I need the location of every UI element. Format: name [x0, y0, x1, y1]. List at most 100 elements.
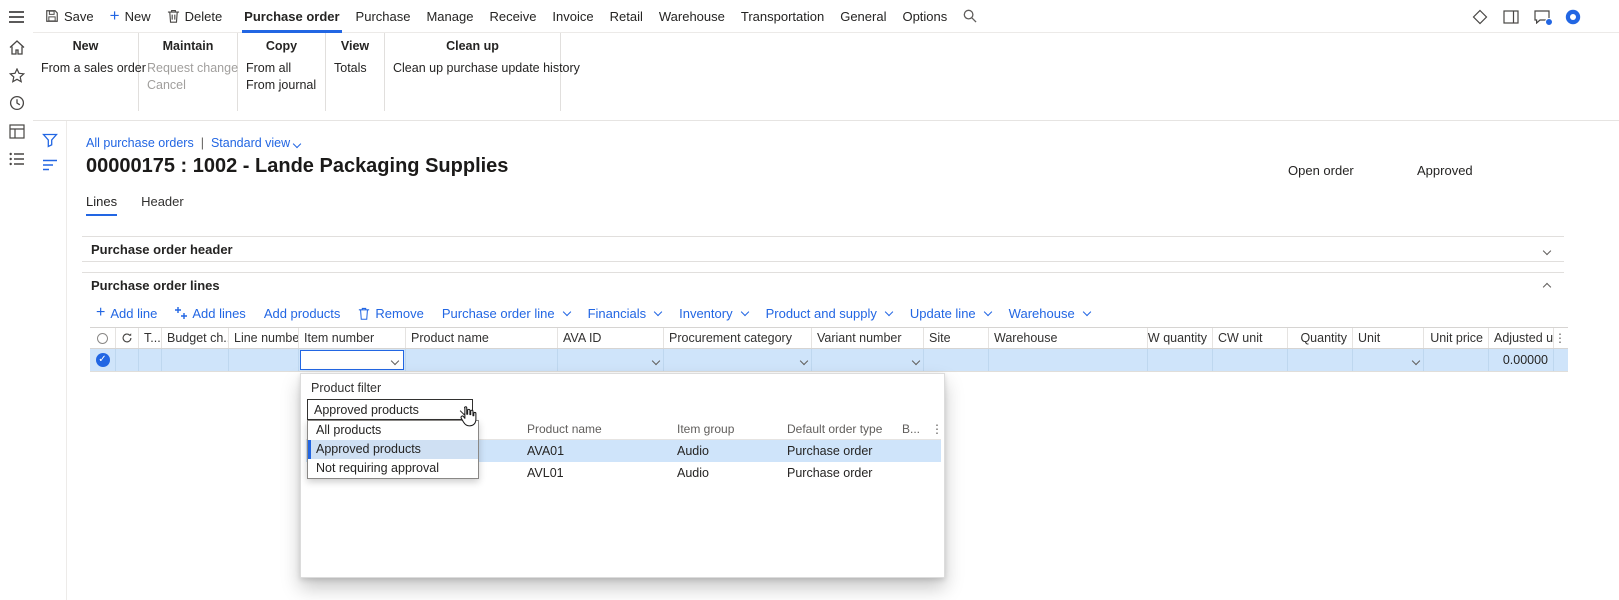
select-all-column-header[interactable] [90, 328, 116, 348]
side-panel-icon[interactable] [1503, 9, 1519, 24]
refresh-column-header[interactable] [116, 328, 139, 348]
column-header-cw-unit[interactable]: CW unit [1213, 328, 1288, 348]
cell-item-number[interactable] [299, 349, 406, 371]
product-and-supply-menu[interactable]: Product and supply [766, 306, 894, 321]
search-icon[interactable] [955, 0, 985, 33]
inventory-menu[interactable]: Inventory [679, 306, 749, 321]
section-purchase-order-header[interactable]: Purchase order header [82, 236, 1564, 262]
from-all-button[interactable]: From all [238, 60, 325, 77]
column-header-item-number[interactable]: Item number [299, 328, 406, 348]
column-header-quantity[interactable]: Quantity [1288, 328, 1353, 348]
lookup-column-default-order-type[interactable]: Default order type [781, 422, 896, 436]
tab-retail[interactable]: Retail [602, 0, 651, 33]
column-header-product-name[interactable]: Product name [406, 328, 558, 348]
cell-procurement-category[interactable] [664, 349, 812, 371]
remove-button[interactable]: Remove [358, 306, 424, 321]
column-header-line-number[interactable]: Line number [229, 328, 299, 348]
tab-options[interactable]: Options [894, 0, 955, 33]
add-products-label: Add products [263, 305, 341, 321]
column-header-procurement-category[interactable]: Procurement category [664, 328, 812, 348]
column-header-budget-check[interactable]: Budget ch... [162, 328, 229, 348]
add-products-button[interactable]: Add products [264, 306, 341, 321]
favorites-star-icon[interactable] [0, 61, 33, 89]
tab-invoice[interactable]: Invoice [544, 0, 601, 33]
from-journal-button[interactable]: From journal [238, 77, 325, 94]
add-lines-button[interactable]: Add lines [175, 306, 246, 321]
cell-product-name[interactable] [406, 349, 558, 371]
column-header-cw-quantity[interactable]: CW quantity [1148, 328, 1213, 348]
tab-warehouse[interactable]: Warehouse [651, 0, 733, 33]
cell-line-number[interactable] [229, 349, 299, 371]
tab-purchase-order[interactable]: Purchase order [236, 0, 347, 33]
from-a-sales-order-button[interactable]: From a sales order [33, 60, 146, 77]
group-title: Copy [265, 39, 298, 53]
option-all-products[interactable]: All products [308, 421, 478, 440]
modules-list-icon[interactable] [0, 145, 33, 173]
column-header-unit-price[interactable]: Unit price [1424, 328, 1489, 348]
option-approved-products[interactable]: Approved products [308, 440, 478, 459]
column-header-ava-id[interactable]: AVA ID [558, 328, 664, 348]
column-header-variant-number[interactable]: Variant number [812, 328, 924, 348]
cell-warehouse[interactable] [989, 349, 1148, 371]
column-header-t[interactable]: T... [139, 328, 162, 348]
cell-cw-quantity[interactable] [1148, 349, 1213, 371]
option-not-requiring-approval[interactable]: Not requiring approval [308, 459, 478, 478]
chevron-down-icon [884, 307, 894, 317]
view-selector[interactable]: Standard view [211, 136, 302, 150]
cell-cw-unit[interactable] [1213, 349, 1288, 371]
cell-adjusted-unit-price[interactable]: 0.00000 [1489, 349, 1554, 371]
delete-button[interactable]: Delete [167, 9, 222, 24]
cell-ava-id[interactable] [558, 349, 664, 371]
lookup-column-product-name[interactable]: Product name [521, 422, 671, 436]
row-select-cell[interactable]: ✓ [90, 349, 116, 371]
item-number-combobox[interactable] [300, 350, 404, 370]
totals-button[interactable]: Totals [326, 60, 384, 77]
cell-unit[interactable] [1353, 349, 1424, 371]
messages-icon[interactable] [1534, 9, 1553, 26]
clean-up-purchase-update-history-button[interactable]: Clean up purchase update history [385, 60, 580, 77]
lookup-grid-kebab-icon[interactable]: ⋮ [931, 422, 941, 436]
cell-quantity[interactable] [1288, 349, 1353, 371]
dynamics-purchase-order-page: Save + New Delete Purchase order Purchas… [0, 0, 1619, 600]
breadcrumb-link[interactable]: All purchase orders [86, 136, 194, 150]
product-filter-combobox[interactable]: Approved products [307, 399, 473, 420]
section-purchase-order-lines[interactable]: Purchase order lines [82, 272, 1564, 298]
column-header-adjusted-unit-price[interactable]: Adjusted u... [1489, 328, 1554, 348]
tab-lines[interactable]: Lines [86, 194, 118, 216]
tab-manage[interactable]: Manage [418, 0, 481, 33]
update-line-menu[interactable]: Update line [910, 306, 992, 321]
home-icon[interactable] [0, 33, 33, 61]
grid-options-kebab-icon[interactable]: ⋮ [1554, 328, 1566, 348]
new-button[interactable]: + New [110, 7, 151, 24]
tab-transportation[interactable]: Transportation [733, 0, 832, 33]
chevron-down-icon [740, 307, 749, 317]
tab-receive[interactable]: Receive [481, 0, 544, 33]
save-button[interactable]: Save [45, 9, 94, 24]
warehouse-menu[interactable]: Warehouse [1009, 306, 1091, 321]
action-pane-ribbon: New From a sales order Maintain Request … [33, 33, 1619, 121]
cell-site[interactable] [924, 349, 989, 371]
copilot-icon[interactable] [1565, 9, 1581, 25]
purchase-order-line-menu[interactable]: Purchase order line [442, 306, 571, 321]
financials-label: Financials [587, 305, 647, 321]
selected-line-row[interactable]: ✓ 0.00000 [90, 349, 1568, 372]
left-nav-rail [0, 0, 33, 600]
task-list-pane-icon[interactable] [42, 159, 58, 171]
power-apps-icon[interactable] [1472, 9, 1488, 25]
lookup-column-item-group[interactable]: Item group [671, 422, 781, 436]
tab-header[interactable]: Header [141, 194, 184, 216]
cell-unit-price[interactable] [1424, 349, 1489, 371]
financials-menu[interactable]: Financials [587, 305, 663, 321]
filter-pane-icon[interactable] [42, 132, 58, 148]
tab-general[interactable]: General [832, 0, 894, 33]
tab-purchase[interactable]: Purchase [348, 0, 419, 33]
recent-clock-icon[interactable] [0, 89, 33, 117]
cell-variant-number[interactable] [812, 349, 924, 371]
column-header-warehouse[interactable]: Warehouse [989, 328, 1148, 348]
hamburger-menu-icon[interactable] [0, 0, 33, 33]
column-header-site[interactable]: Site [924, 328, 989, 348]
add-line-button[interactable]: + Add line [96, 305, 157, 321]
column-header-unit[interactable]: Unit [1353, 328, 1424, 348]
lookup-column-b[interactable]: B... [896, 422, 931, 436]
workspaces-icon[interactable] [0, 117, 33, 145]
